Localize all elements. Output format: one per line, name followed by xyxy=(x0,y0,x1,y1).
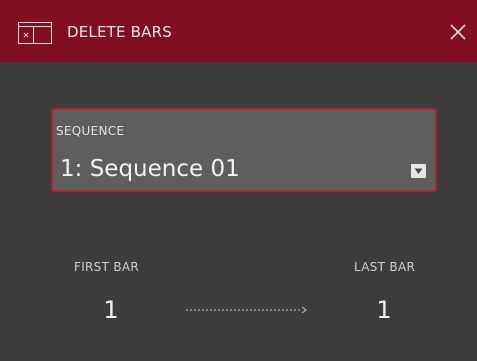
delete-bars-dialog: DELETE BARS SEQUENCE 1: Sequence 01 FIRS… xyxy=(0,0,477,361)
window-icon xyxy=(18,22,52,44)
first-bar-label: FIRST BAR xyxy=(74,260,140,274)
dialog-title: DELETE BARS xyxy=(67,23,172,41)
sequence-value: 1: Sequence 01 xyxy=(60,156,240,182)
dotted-arrow-icon xyxy=(186,306,307,314)
last-bar-value[interactable]: 1 xyxy=(364,296,404,324)
sequence-select[interactable]: SEQUENCE 1: Sequence 01 xyxy=(51,108,437,192)
last-bar-label: LAST BAR xyxy=(354,260,416,274)
sequence-label: SEQUENCE xyxy=(56,124,125,138)
first-bar-value[interactable]: 1 xyxy=(91,296,131,324)
close-icon[interactable] xyxy=(449,23,467,41)
dropdown-arrow-icon[interactable] xyxy=(411,164,426,178)
dialog-header: DELETE BARS xyxy=(0,0,477,62)
